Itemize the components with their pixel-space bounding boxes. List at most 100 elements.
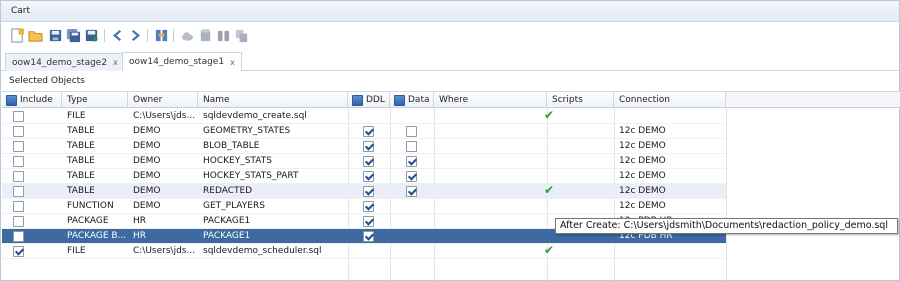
open-folder-icon[interactable] — [27, 27, 43, 43]
cell-owner: DEMO — [133, 126, 161, 136]
cell-connection: 12c DEMO — [619, 156, 666, 166]
column-data[interactable]: Data — [390, 92, 434, 108]
include-checkbox[interactable] — [13, 246, 24, 257]
cell-name: HOCKEY_STATS — [203, 156, 272, 166]
column-type[interactable]: Type — [62, 92, 128, 108]
column-where[interactable]: Where — [434, 92, 547, 108]
ddl-checkbox[interactable] — [363, 186, 374, 197]
table-row[interactable]: TABLE DEMO REDACTED 12c DEMO ✔ — [2, 183, 726, 199]
back-arrow-icon[interactable] — [109, 27, 125, 43]
include-checkbox[interactable] — [13, 141, 24, 152]
cell-owner: HR — [133, 216, 147, 226]
include-checkbox[interactable] — [13, 231, 24, 242]
cart-toolbar — [1, 23, 899, 48]
ddl-all-checkbox[interactable] — [352, 95, 363, 106]
table-header-filler — [726, 91, 900, 108]
table-row[interactable]: TABLE DEMO BLOB_TABLE 12c DEMO — [2, 139, 726, 154]
deploy-icon[interactable] — [83, 27, 99, 43]
cart-tabs: oow14_demo_stage2 x oow14_demo_stage1 x — [1, 50, 899, 71]
include-checkbox[interactable] — [13, 186, 24, 197]
ddl-checkbox[interactable] — [363, 231, 374, 242]
cell-connection — [614, 109, 726, 124]
tab-label: oow14_demo_stage1 — [129, 57, 225, 67]
cell-name: HOCKEY_STATS_PART — [203, 171, 299, 181]
data-checkbox[interactable] — [406, 171, 417, 182]
table-row[interactable]: TABLE DEMO HOCKEY_STATS 12c DEMO — [2, 154, 726, 169]
script-check-icon[interactable]: ✔ — [544, 183, 554, 197]
binocular-pair-icon[interactable] — [215, 27, 231, 43]
cell-connection: 12c DEMO — [619, 141, 666, 151]
include-checkbox[interactable] — [13, 156, 24, 167]
tab-oow14-demo-stage1[interactable]: oow14_demo_stage1 x — [122, 52, 242, 71]
data-checkbox[interactable] — [406, 156, 417, 167]
ddl-checkbox[interactable] — [363, 141, 374, 152]
table-row[interactable]: TABLE DEMO HOCKEY_STATS_PART 12c DEMO — [2, 169, 726, 184]
cell-type: TABLE — [67, 186, 95, 196]
cart-panel: Cart oow14_demo_stage2 x oow14_demo_stag… — [0, 0, 900, 281]
ddl-checkbox[interactable] — [363, 156, 374, 167]
cell-owner: C:\Users\jds... — [133, 246, 196, 256]
binoculars-icon[interactable] — [153, 27, 169, 43]
cell-owner: DEMO — [133, 156, 161, 166]
database-icon[interactable] — [197, 27, 213, 43]
cell-connection: 12c DEMO — [619, 126, 666, 136]
tab-oow14-demo-stage2[interactable]: oow14_demo_stage2 x — [5, 53, 125, 71]
close-tab-icon[interactable]: x — [113, 58, 118, 67]
save-all-icon[interactable] — [65, 27, 81, 43]
table-row[interactable]: FUNCTION DEMO GET_PLAYERS 12c DEMO — [2, 199, 726, 214]
cell-owner: HR — [133, 231, 147, 241]
forward-arrow-icon[interactable] — [127, 27, 143, 43]
selected-objects-label: Selected Objects — [9, 76, 85, 86]
column-scripts[interactable]: Scripts — [547, 92, 614, 108]
table-row[interactable]: FILE C:\Users\jds... sqldevdemo_scheduler.… — [2, 243, 726, 259]
tab-label: oow14_demo_stage2 — [12, 57, 108, 68]
table-header: Include Type Owner Name DDL Data Where S… — [2, 91, 726, 108]
include-checkbox[interactable] — [13, 216, 24, 227]
copy-icon[interactable] — [233, 27, 249, 43]
ddl-checkbox[interactable] — [363, 216, 374, 227]
table-row[interactable]: TABLE DEMO GEOMETRY_STATES 12c DEMO — [2, 124, 726, 139]
cell-name: BLOB_TABLE — [203, 141, 260, 151]
cell-owner: DEMO — [133, 171, 161, 181]
cell-name: GEOMETRY_STATES — [203, 126, 291, 136]
column-connection[interactable]: Connection — [614, 92, 726, 108]
save-icon[interactable] — [47, 27, 63, 43]
cell-type: FILE — [67, 246, 86, 256]
include-checkbox[interactable] — [13, 126, 24, 137]
column-name[interactable]: Name — [198, 92, 348, 108]
cell-name: GET_PLAYERS — [203, 201, 265, 211]
include-checkbox[interactable] — [13, 111, 24, 122]
script-check-icon[interactable]: ✔ — [544, 243, 554, 257]
cell-type: PACKAGE B... — [67, 231, 127, 241]
cell-owner: DEMO — [133, 141, 161, 151]
table-row[interactable]: FILE C:\Users\jds... sqldevdemo_create.sql… — [2, 108, 726, 124]
cell-name: PACKAGE1 — [203, 216, 251, 226]
cell-type: TABLE — [67, 156, 95, 166]
data-checkbox[interactable] — [406, 186, 417, 197]
cell-name: PACKAGE1 — [203, 231, 251, 241]
cell-type: TABLE — [67, 141, 95, 151]
include-checkbox[interactable] — [13, 171, 24, 182]
cell-name: sqldevdemo_scheduler.sql — [203, 246, 322, 256]
cell-owner: C:\Users\jds... — [133, 111, 196, 121]
cell-type: TABLE — [67, 171, 95, 181]
cloud-icon[interactable] — [179, 27, 195, 43]
column-owner[interactable]: Owner — [128, 92, 198, 108]
include-checkbox[interactable] — [13, 201, 24, 212]
data-all-checkbox[interactable] — [394, 95, 405, 106]
cell-name: sqldevdemo_create.sql — [203, 111, 307, 121]
panel-title: Cart — [11, 6, 31, 16]
column-include[interactable]: Include — [2, 92, 62, 108]
ddl-checkbox[interactable] — [363, 126, 374, 137]
data-checkbox[interactable] — [406, 126, 417, 137]
include-all-checkbox[interactable] — [6, 95, 17, 106]
column-ddl[interactable]: DDL — [348, 92, 390, 108]
cell-type: PACKAGE — [67, 216, 109, 226]
new-cart-icon[interactable] — [9, 27, 25, 43]
panel-title-bar: Cart — [1, 1, 899, 22]
close-tab-icon[interactable]: x — [230, 58, 235, 67]
data-checkbox[interactable] — [406, 141, 417, 152]
ddl-checkbox[interactable] — [363, 201, 374, 212]
script-check-icon[interactable]: ✔ — [544, 108, 554, 122]
ddl-checkbox[interactable] — [363, 171, 374, 182]
